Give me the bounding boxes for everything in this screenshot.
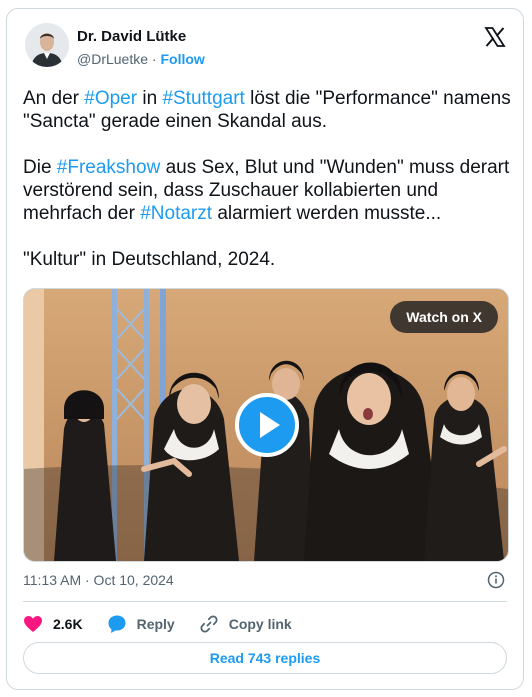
avatar[interactable] bbox=[25, 23, 69, 67]
tweet-paragraph-3: "Kultur" in Deutschland, 2024. bbox=[23, 249, 276, 270]
hashtag-oper[interactable]: #Oper bbox=[84, 88, 137, 109]
video-player[interactable]: Watch on X bbox=[23, 288, 509, 562]
copy-link-button[interactable]: Copy link bbox=[199, 614, 292, 634]
play-button[interactable] bbox=[235, 393, 299, 457]
separator: · bbox=[151, 51, 157, 67]
hashtag-stuttgart[interactable]: #Stuttgart bbox=[162, 88, 244, 109]
play-icon bbox=[260, 412, 280, 438]
tweet-card: Dr. David Lütke @DrLuetke · Follow An de… bbox=[6, 8, 524, 690]
text-segment: alarmiert werden musste... bbox=[212, 203, 442, 224]
tweet-timestamp[interactable]: 11:13 AM · Oct 10, 2024 bbox=[23, 572, 174, 588]
heart-icon bbox=[24, 616, 42, 632]
reply-label: Reply bbox=[136, 616, 175, 632]
author-name[interactable]: Dr. David Lütke bbox=[77, 28, 186, 45]
author-handle[interactable]: @DrLuetke bbox=[77, 51, 148, 67]
likes-count: 2.6K bbox=[53, 616, 83, 632]
tweet-text: An der #Oper in #Stuttgart löst die "Per… bbox=[23, 87, 511, 271]
watch-on-x-button[interactable]: Watch on X bbox=[390, 301, 498, 333]
hashtag-notarzt[interactable]: #Notarzt bbox=[140, 203, 212, 224]
info-icon[interactable] bbox=[487, 571, 505, 589]
read-replies-button[interactable]: Read 743 replies bbox=[23, 642, 507, 674]
text-segment: An der bbox=[23, 88, 85, 109]
reply-bubble-icon bbox=[108, 615, 126, 633]
tweet-paragraph-2: Die #Freakshow aus Sex, Blut und "Wunden… bbox=[23, 156, 511, 225]
copy-link-label: Copy link bbox=[228, 616, 292, 632]
avatar-image bbox=[25, 23, 69, 67]
reply-button[interactable]: Reply bbox=[107, 614, 175, 634]
x-logo-icon[interactable] bbox=[483, 25, 507, 49]
link-icon bbox=[200, 615, 218, 633]
like-button[interactable]: 2.6K bbox=[23, 615, 83, 633]
text-segment: Die bbox=[23, 157, 57, 178]
action-bar: 2.6K Reply Copy link bbox=[23, 612, 316, 636]
hashtag-freakshow[interactable]: #Freakshow bbox=[57, 157, 161, 178]
author-handle-row: @DrLuetke · Follow bbox=[77, 51, 205, 67]
divider bbox=[23, 601, 507, 602]
tweet-paragraph-1: An der #Oper in #Stuttgart löst die "Per… bbox=[23, 87, 511, 133]
text-segment: in bbox=[137, 88, 163, 109]
follow-button[interactable]: Follow bbox=[160, 51, 204, 67]
